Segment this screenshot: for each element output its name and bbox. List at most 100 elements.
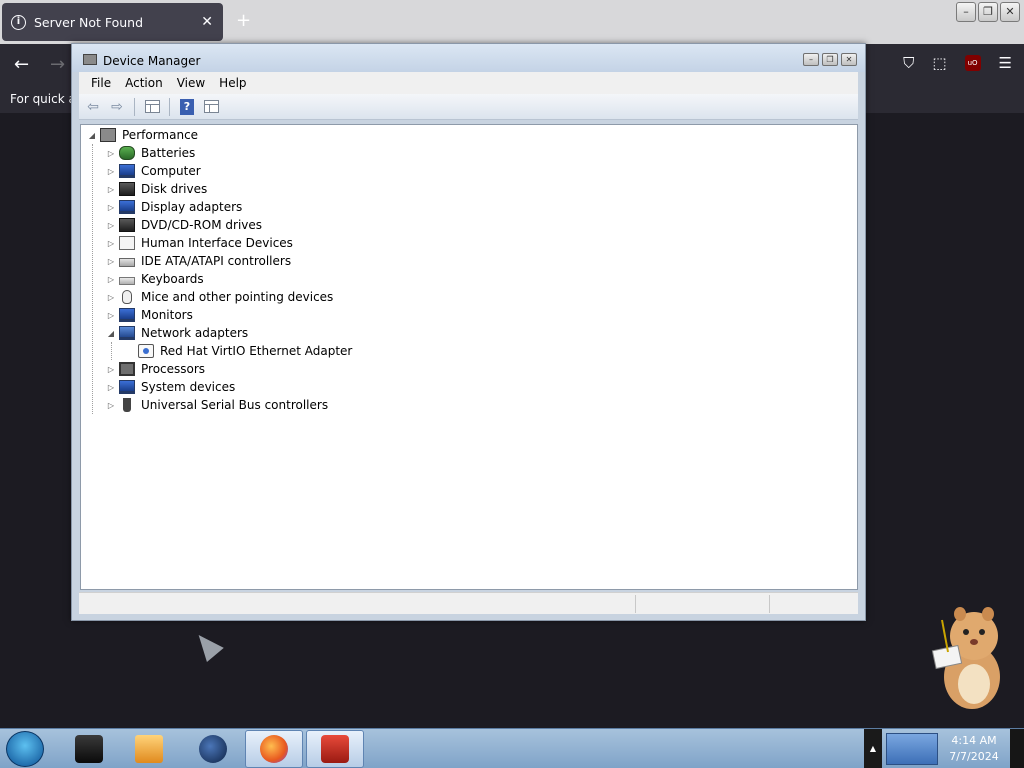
expand-arrow-icon[interactable]: ▷ xyxy=(106,185,116,194)
menu-icon[interactable]: ☰ xyxy=(999,54,1012,72)
tree-guide-line xyxy=(92,144,93,414)
tree-item-label: IDE ATA/ATAPI controllers xyxy=(141,254,292,268)
taskbar-clock[interactable]: 4:14 AM 7/7/2024 xyxy=(942,733,1006,765)
back-arrow-icon[interactable]: ⇦ xyxy=(83,98,103,116)
help-icon: ? xyxy=(180,98,194,115)
tree-item-ide-controllers[interactable]: ▷ IDE ATA/ATAPI controllers xyxy=(106,252,291,270)
expand-arrow-icon[interactable]: ▷ xyxy=(106,149,116,158)
ublock-icon[interactable]: uO xyxy=(964,55,981,71)
tree-root-label: Performance xyxy=(122,128,199,142)
tree-guide-line xyxy=(111,342,112,360)
device-manager-icon xyxy=(321,735,349,763)
mouse-icon xyxy=(122,290,132,304)
close-button[interactable]: ✕ xyxy=(841,53,857,66)
menu-view[interactable]: View xyxy=(170,76,212,90)
tree-item-display-adapters[interactable]: ▷ Display adapters xyxy=(106,198,242,216)
toolbar: ⇦ ⇨ ? xyxy=(79,94,858,120)
clock-time: 4:14 AM xyxy=(951,734,997,747)
media-player-icon xyxy=(135,735,163,763)
system-device-icon xyxy=(119,380,135,394)
tree-item-label: Network adapters xyxy=(141,326,249,340)
menu-action[interactable]: Action xyxy=(118,76,170,90)
processor-icon xyxy=(119,362,135,376)
status-bar xyxy=(79,592,858,614)
taskbar-app-command-prompt[interactable] xyxy=(60,730,118,768)
tree-item-label: Batteries xyxy=(141,146,196,160)
expand-arrow-icon[interactable]: ▷ xyxy=(106,311,116,320)
tree-item-computer[interactable]: ▷ Computer xyxy=(106,162,201,180)
browser-tab-bar: i Server Not Found ✕ + – ❐ ✕ xyxy=(0,0,1024,44)
new-tab-button[interactable]: + xyxy=(236,10,251,31)
close-button[interactable]: ✕ xyxy=(1000,2,1020,22)
expand-arrow-icon[interactable]: ▷ xyxy=(106,221,116,230)
tab-close-icon[interactable]: ✕ xyxy=(201,14,213,30)
expand-arrow-icon[interactable]: ▷ xyxy=(106,203,116,212)
tree-item-processors[interactable]: ▷ Processors xyxy=(106,360,205,378)
tree-item-usb-controllers[interactable]: ▷ Universal Serial Bus controllers xyxy=(106,396,328,414)
forward-arrow-icon[interactable]: ⇨ xyxy=(107,98,127,116)
keyboard-icon xyxy=(119,277,135,285)
tree-item-label: Disk drives xyxy=(141,182,208,196)
taskbar-app-media-player[interactable] xyxy=(120,730,178,768)
menu-file[interactable]: File xyxy=(84,76,118,90)
taskbar-app-network[interactable] xyxy=(184,730,242,768)
menu-help[interactable]: Help xyxy=(212,76,253,90)
toolbar-divider xyxy=(169,97,170,116)
computer-icon xyxy=(100,128,116,142)
tree-item-monitors[interactable]: ▷ Monitors xyxy=(106,306,193,324)
collapse-arrow-icon[interactable]: ◢ xyxy=(106,329,116,338)
tree-item-label: Red Hat VirtIO Ethernet Adapter xyxy=(160,344,353,358)
tree-item-batteries[interactable]: ▷ Batteries xyxy=(106,144,195,162)
start-button[interactable] xyxy=(6,731,44,767)
toolbar-divider xyxy=(134,97,135,116)
taskbar-app-firefox[interactable] xyxy=(245,730,303,768)
tree-item-mice[interactable]: ▷ Mice and other pointing devices xyxy=(106,288,333,306)
expand-arrow-icon[interactable]: ▷ xyxy=(106,239,116,248)
tree-item-label: Computer xyxy=(141,164,201,178)
extensions-icon[interactable]: ⬚ xyxy=(932,54,946,72)
expand-arrow-icon[interactable]: ▷ xyxy=(106,275,116,284)
restore-button[interactable]: ❐ xyxy=(978,2,998,22)
display-adapter-icon xyxy=(119,200,135,214)
info-icon: i xyxy=(11,14,26,30)
tree-item-dvd-drives[interactable]: ▷ DVD/CD-ROM drives xyxy=(106,216,262,234)
expand-arrow-icon[interactable]: ▷ xyxy=(106,401,116,410)
tree-item-ethernet-adapter[interactable]: Red Hat VirtIO Ethernet Adapter xyxy=(138,342,352,360)
expand-arrow-icon[interactable]: ▷ xyxy=(106,293,116,302)
help-button[interactable]: ? xyxy=(177,98,197,116)
action-pane-icon xyxy=(203,100,219,113)
tray-app-icon[interactable] xyxy=(886,733,938,765)
collapse-arrow-icon[interactable]: ◢ xyxy=(87,131,97,140)
minimize-button[interactable]: – xyxy=(956,2,976,22)
clock-date: 7/7/2024 xyxy=(949,750,999,763)
expand-arrow-icon[interactable]: ▷ xyxy=(106,365,116,374)
device-tree[interactable]: ◢ Performance ▷ Batteries ▷ Computer ▷ D… xyxy=(80,124,858,590)
expand-arrow-icon[interactable]: ▷ xyxy=(106,257,116,266)
tab-server-not-found[interactable]: i Server Not Found ✕ xyxy=(2,3,223,41)
browser-window-controls: – ❐ ✕ xyxy=(956,2,1020,22)
show-desktop-button[interactable] xyxy=(1010,729,1024,768)
forward-arrow-icon[interactable]: → xyxy=(50,54,65,75)
pocket-icon[interactable]: ⛉ xyxy=(903,54,914,72)
minimize-button[interactable]: – xyxy=(803,53,819,66)
back-arrow-icon[interactable]: ← xyxy=(14,54,29,75)
maximize-button[interactable]: ❐ xyxy=(822,53,838,66)
tree-item-hid[interactable]: ▷ Human Interface Devices xyxy=(106,234,293,252)
show-hidden-icons-button[interactable]: ▲ xyxy=(864,729,882,768)
expand-arrow-icon[interactable]: ▷ xyxy=(106,167,116,176)
tree-item-keyboards[interactable]: ▷ Keyboards xyxy=(106,270,204,288)
action-pane-button[interactable] xyxy=(201,98,221,116)
ethernet-adapter-icon xyxy=(138,344,154,358)
show-hide-console-tree-button[interactable] xyxy=(142,98,162,116)
tree-item-disk-drives[interactable]: ▷ Disk drives xyxy=(106,180,207,198)
device-manager-icon xyxy=(83,54,97,65)
tree-root[interactable]: ◢ Performance xyxy=(87,126,198,144)
device-manager-titlebar[interactable]: Device Manager – ❐ ✕ xyxy=(72,44,865,72)
taskbar-app-device-manager[interactable] xyxy=(306,730,364,768)
expand-arrow-icon[interactable]: ▷ xyxy=(106,383,116,392)
tree-item-label: Monitors xyxy=(141,308,193,322)
tree-item-label: Display adapters xyxy=(141,200,243,214)
battery-icon xyxy=(119,146,135,160)
tree-item-network-adapters[interactable]: ◢ Network adapters xyxy=(106,324,248,342)
tree-item-system-devices[interactable]: ▷ System devices xyxy=(106,378,235,396)
